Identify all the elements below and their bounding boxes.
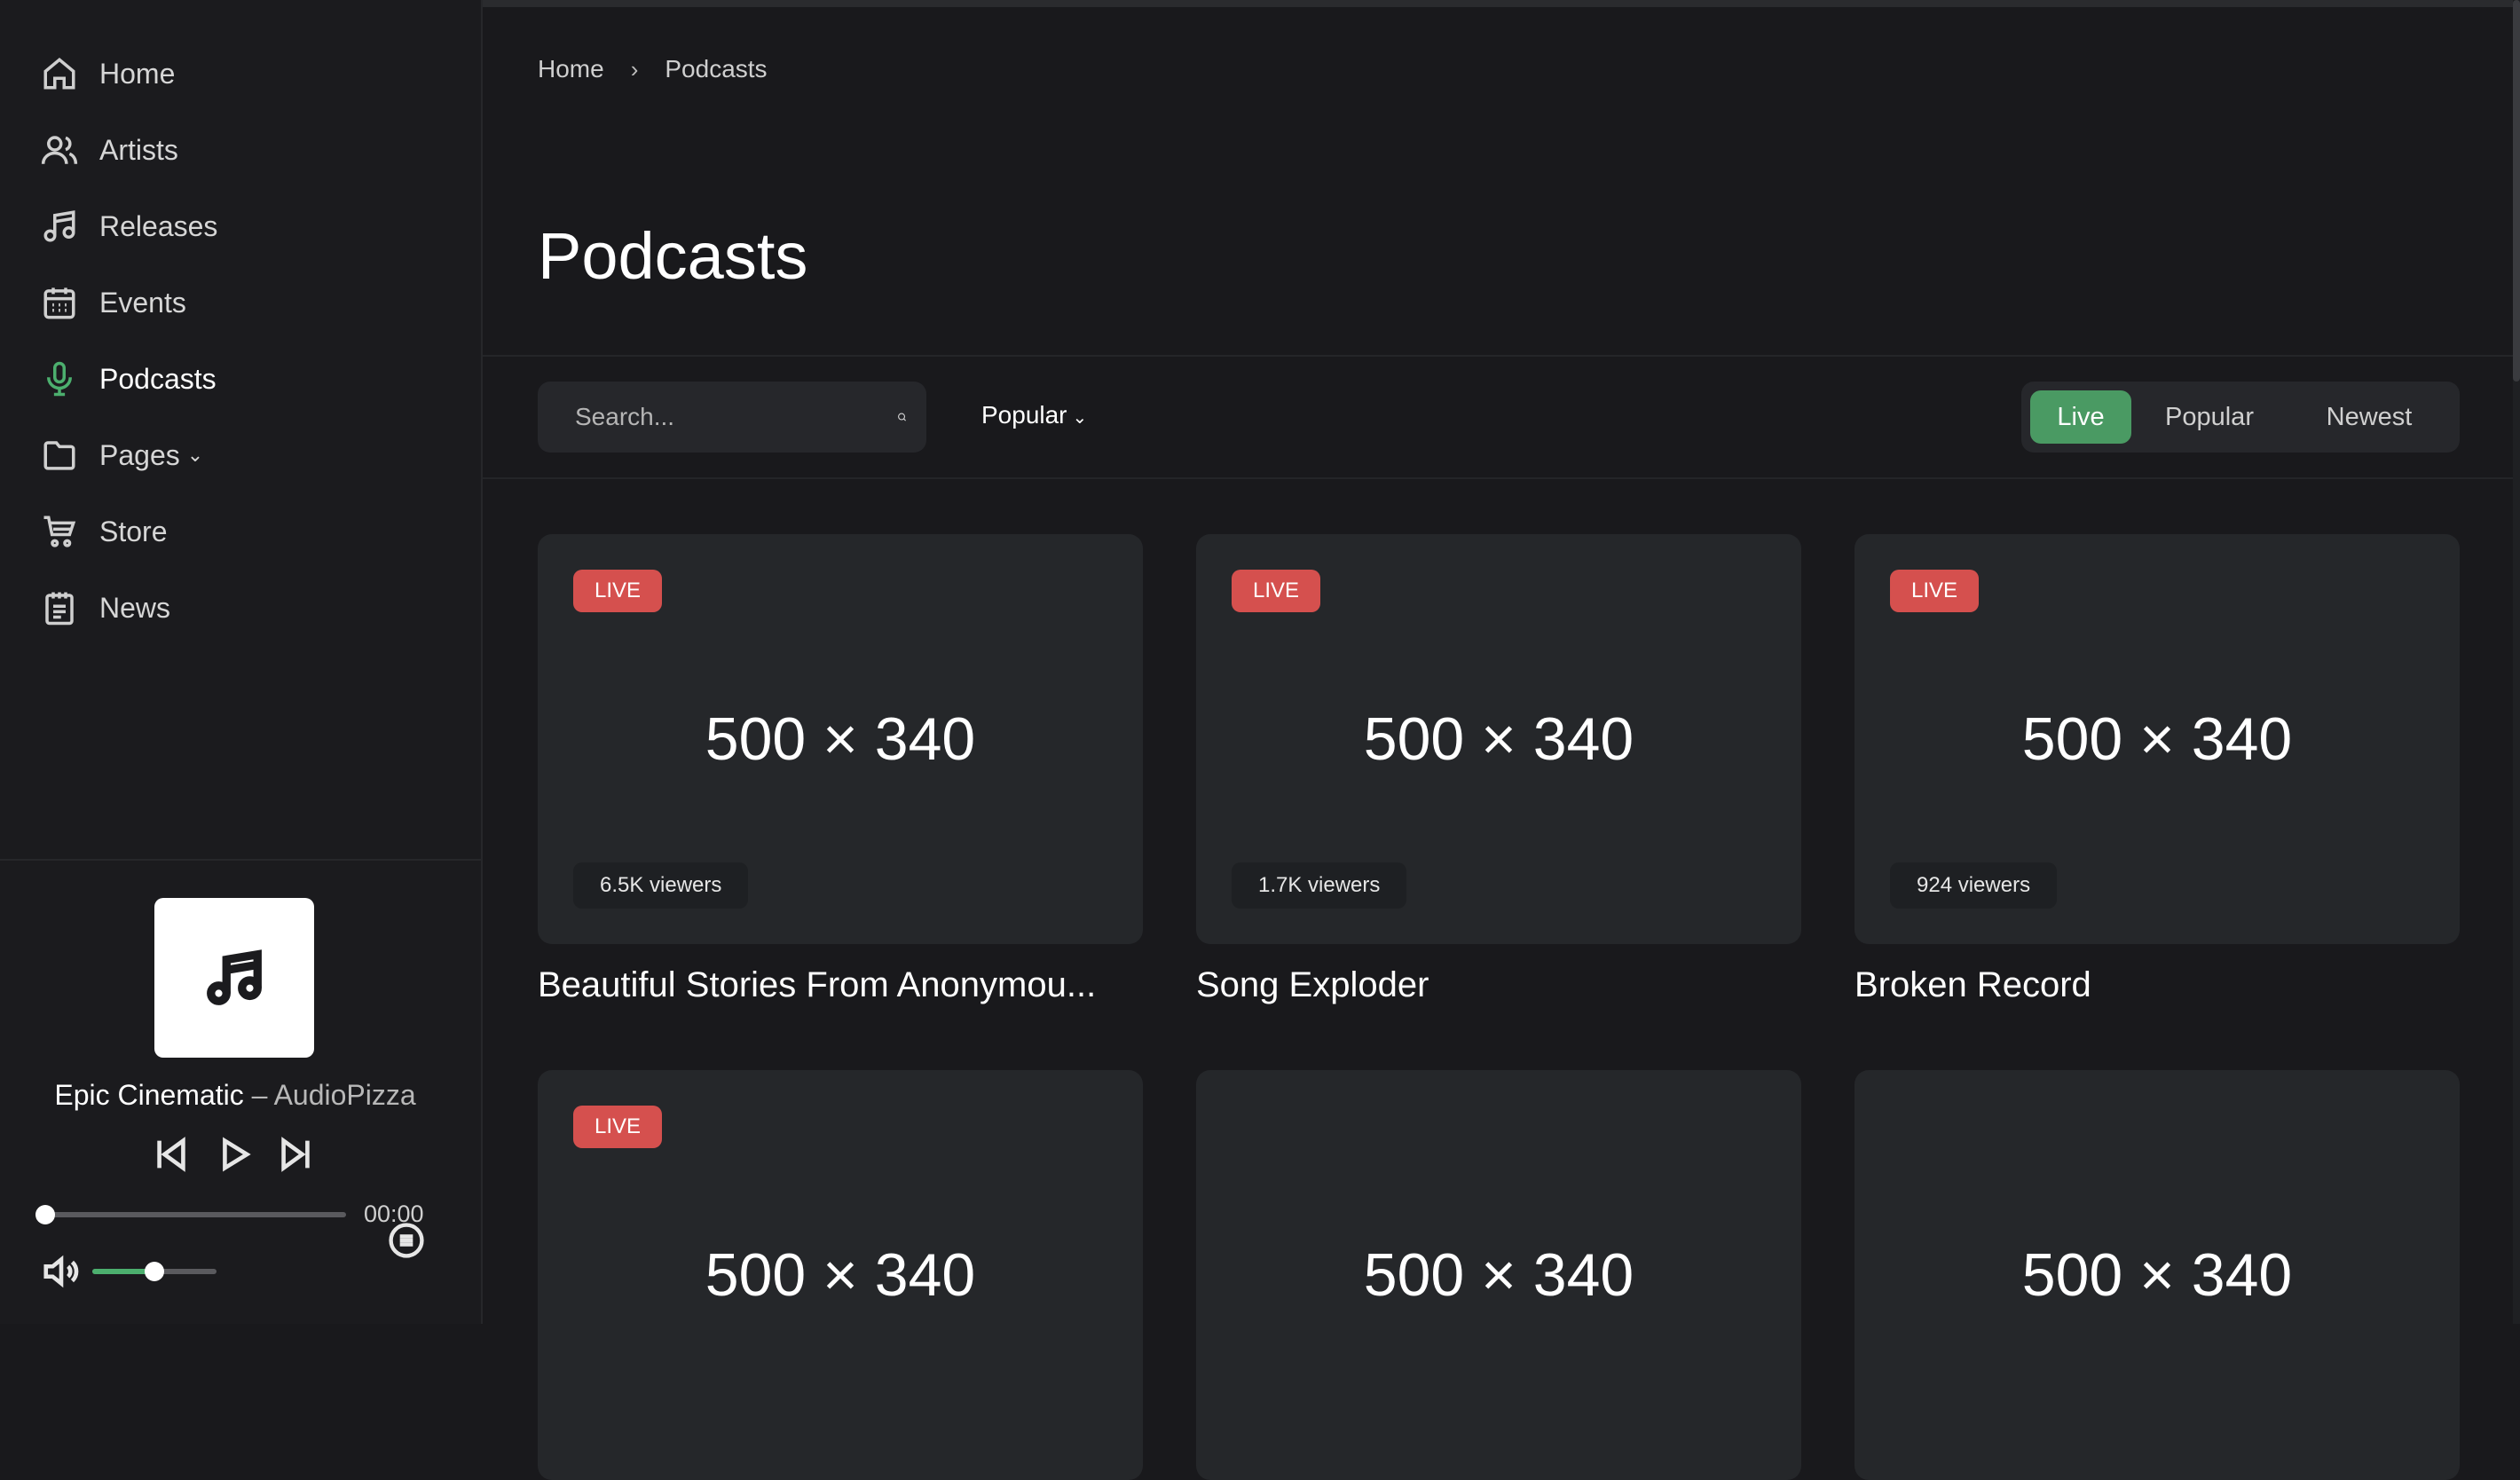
scrollbar-thumb[interactable] [2513,0,2520,382]
podcast-card[interactable]: LIVE 500 × 340 924 viewers Broken Record [1855,534,2460,1005]
calendar-icon [43,287,75,319]
sidebar-item-news[interactable]: News [0,570,481,646]
podcast-thumbnail[interactable]: LIVE 500 × 340 [538,1070,1143,1480]
podcast-thumbnail[interactable]: LIVE 500 × 340 6.5K viewers [538,534,1143,944]
viewer-count: 1.7K viewers [1232,862,1407,909]
podcast-card[interactable]: 500 × 340 [1855,1070,2460,1480]
live-badge: LIVE [573,570,663,612]
search-input[interactable] [573,402,897,432]
placeholder-dimensions: 500 × 340 [2021,705,2293,773]
placeholder-dimensions: 500 × 340 [1363,705,1634,773]
breadcrumb-home[interactable]: Home [538,55,604,83]
sidebar-item-events[interactable]: Events [0,264,481,341]
play-icon[interactable] [213,1134,254,1175]
podcast-title[interactable]: Broken Record [1855,965,2460,1005]
podcast-title[interactable]: Beautiful Stories From Anonymou... [538,965,1143,1005]
folder-icon [43,441,75,470]
volume-slider[interactable] [92,1262,217,1281]
track-artist: AudioPizza [273,1079,416,1111]
volume-button[interactable] [41,1251,82,1296]
live-badge: LIVE [1890,570,1980,612]
music-player: Epic Cinematic – AudioPizza 00:00 [0,859,483,1324]
divider [483,477,2513,479]
tab-live[interactable]: Live [2030,390,2131,444]
progress-knob[interactable] [35,1205,55,1224]
live-badge: LIVE [1232,570,1321,612]
podcast-thumbnail[interactable]: 500 × 340 [1855,1070,2460,1480]
main-content: Home › Podcasts Podcasts Popular⌄ Live P… [483,0,2520,1480]
sidebar-item-artists[interactable]: Artists [0,112,481,188]
music-note-icon [207,949,262,1005]
top-divider [483,0,2520,7]
sidebar-item-label: Pages [99,438,180,471]
sidebar-item-label: Home [99,57,176,90]
sidebar-item-label: News [99,591,171,624]
breadcrumb: Home › Podcasts [538,55,768,83]
skip-forward-icon[interactable] [275,1134,316,1175]
tab-newest[interactable]: Newest [2288,390,2451,444]
sidebar-item-pages[interactable]: Pages ⌄ [0,417,481,493]
track-info: Epic Cinematic – AudioPizza [0,1079,470,1112]
volume-knob[interactable] [145,1262,164,1281]
page-title: Podcasts [538,219,808,293]
live-badge: LIVE [573,1106,663,1148]
sidebar: Home Artists Releases Events Podcasts Pa… [0,0,483,1324]
users-icon [41,136,78,164]
sidebar-item-label: Store [99,515,168,547]
sidebar-item-store[interactable]: Store [0,493,481,570]
playback-controls [151,1134,316,1175]
music-note-icon [43,210,75,242]
tab-popular[interactable]: Popular [2131,390,2288,444]
progress-bar[interactable] [35,1205,346,1224]
podcast-thumbnail[interactable]: LIVE 500 × 340 924 viewers [1855,534,2460,944]
track-title: Epic Cinematic [54,1079,244,1111]
chevron-down-icon: ⌄ [186,444,204,466]
viewer-count: 6.5K viewers [573,862,749,909]
volume-icon [43,1255,79,1288]
queue-button[interactable] [387,1221,426,1264]
page-scrollbar[interactable] [2513,0,2520,1324]
search-box [538,382,926,453]
sort-dropdown[interactable]: Popular ⌄ [981,401,1087,429]
placeholder-dimensions: 500 × 340 [1363,1241,1634,1309]
sidebar-item-label: Releases [99,209,218,242]
cart-icon [43,516,76,547]
viewer-count: 924 viewers [1890,862,2058,909]
podcast-card[interactable]: LIVE 500 × 340 1.7K viewers Song Explode… [1196,534,1801,1005]
placeholder-dimensions: 500 × 340 [705,705,976,773]
podcast-title[interactable]: Song Exploder [1196,965,1801,1005]
album-cover[interactable] [154,898,314,1058]
news-icon [45,592,74,626]
filter-tabs: Live Popular Newest [2021,382,2460,453]
sidebar-item-podcasts[interactable]: Podcasts [0,341,481,417]
podcast-thumbnail[interactable]: LIVE 500 × 340 1.7K viewers [1196,534,1801,944]
podcast-thumbnail[interactable]: 500 × 340 [1196,1070,1801,1480]
placeholder-dimensions: 500 × 340 [705,1241,976,1309]
sidebar-item-label: Podcasts [99,362,217,395]
home-icon [43,57,75,90]
podcast-card[interactable]: 500 × 340 [1196,1070,1801,1480]
sidebar-item-label: Artists [99,133,178,166]
sidebar-item-home[interactable]: Home [0,35,481,112]
microphone-icon [47,361,72,397]
breadcrumb-separator: › [630,55,639,83]
podcast-card[interactable]: LIVE 500 × 340 6.5K viewers Beautiful St… [538,534,1143,1005]
sidebar-nav: Home Artists Releases Events Podcasts Pa… [0,0,481,646]
podcast-card[interactable]: LIVE 500 × 340 [538,1070,1143,1480]
sort-label: Popular [981,401,1067,429]
sidebar-item-releases[interactable]: Releases [0,188,481,264]
skip-back-icon[interactable] [151,1134,192,1175]
track-separator: – [251,1079,268,1111]
chevron-down-icon: ⌄ [1072,408,1088,428]
sidebar-item-label: Events [99,286,186,319]
search-icon[interactable] [897,399,907,435]
queue-icon [389,1223,424,1258]
divider [483,355,2513,357]
breadcrumb-current: Podcasts [665,55,768,83]
placeholder-dimensions: 500 × 340 [2021,1241,2293,1309]
